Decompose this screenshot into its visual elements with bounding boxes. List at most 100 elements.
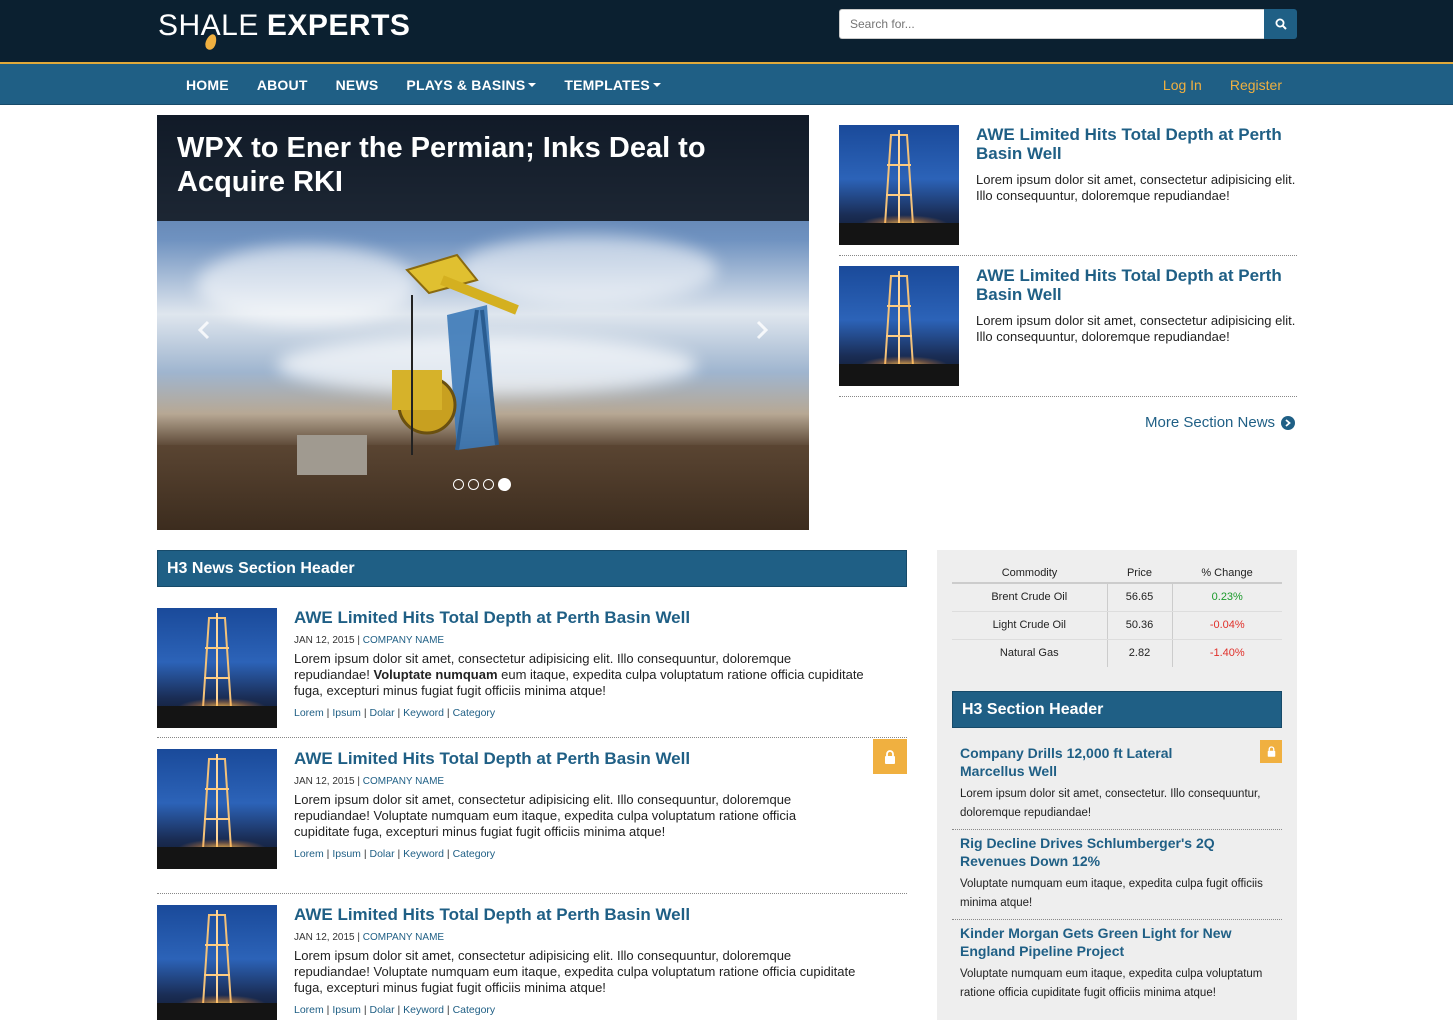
tag-link[interactable]: Keyword (403, 1004, 444, 1016)
carousel-dot-1[interactable] (453, 479, 464, 490)
sidebar-news-item: Kinder Morgan Gets Green Light for New E… (952, 924, 1282, 1009)
chevron-right-icon (756, 320, 769, 340)
carousel-dot-4[interactable] (498, 478, 511, 491)
top-story: AWE Limited Hits Total Depth at Perth Ba… (839, 125, 1297, 256)
premium-lock-badge[interactable] (1260, 740, 1282, 763)
logo-word-experts: EXPERTS (266, 9, 411, 42)
commodity-price: 50.36 (1106, 611, 1173, 640)
tag-link[interactable]: Lorem (294, 1004, 324, 1016)
tag-link[interactable]: Lorem (294, 707, 324, 719)
news-title[interactable]: AWE Limited Hits Total Depth at Perth Ba… (294, 905, 867, 925)
news-meta: JAN 12, 2015 | COMPANY NAME (294, 776, 445, 787)
login-link[interactable]: Log In (1149, 64, 1216, 105)
carousel-dot-2[interactable] (468, 479, 479, 490)
commodity-name: Light Crude Oil (952, 611, 1107, 640)
register-link[interactable]: Register (1216, 64, 1296, 105)
news-body: Lorem ipsum dolor sit amet, consectetur … (294, 948, 856, 995)
col-header-price: Price (1107, 564, 1172, 584)
sidebar-news-body: Lorem ipsum dolor sit amet, consectetur.… (960, 788, 1261, 819)
featured-carousel[interactable]: WPX to Ener the Permian; Inks Deal to Ac… (157, 115, 809, 530)
news-section-header: H3 News Section Header (157, 550, 907, 587)
carousel-next-button[interactable] (747, 315, 777, 345)
carousel-dot-3[interactable] (483, 479, 494, 490)
carousel-headline[interactable]: WPX to Ener the Permian; Inks Deal to Ac… (177, 131, 789, 199)
site-logo[interactable]: SHALE EXPERTS (158, 6, 411, 52)
sidebar-news-title[interactable]: Kinder Morgan Gets Green Light for New E… (960, 924, 1274, 960)
commodity-price: 56.65 (1106, 583, 1173, 612)
tag-link[interactable]: Dolar (369, 707, 394, 719)
search-bar (839, 9, 1297, 39)
tag-link[interactable]: Keyword (403, 848, 444, 860)
premium-lock-badge[interactable] (873, 739, 907, 774)
sidebar-news-item: Rig Decline Drives Schlumberger's 2Q Rev… (952, 834, 1282, 920)
nav-about-label: ABOUT (256, 76, 308, 93)
carousel-prev-button[interactable] (189, 315, 219, 345)
top-story-title[interactable]: AWE Limited Hits Total Depth at Perth Ba… (976, 125, 1297, 163)
nav-templates[interactable]: TEMPLATES (550, 64, 675, 105)
news-tags: Lorem | Ipsum | Dolar | Keyword | Catego… (294, 707, 496, 719)
rig-thumbnail[interactable] (839, 125, 959, 245)
nav-home[interactable]: HOME (172, 64, 243, 105)
search-input[interactable] (839, 9, 1264, 39)
news-list-item: AWE Limited Hits Total Depth at Perth Ba… (157, 739, 907, 894)
top-header: SHALE EXPERTS (0, 0, 1453, 62)
search-button[interactable] (1264, 9, 1297, 39)
sidebar: Commodity Price % Change Brent Crude Oil… (937, 550, 1297, 1020)
news-list-item: AWE Limited Hits Total Depth at Perth Ba… (157, 905, 907, 1020)
nav-news[interactable]: NEWS (322, 64, 393, 105)
rig-thumbnail[interactable] (157, 749, 277, 869)
tag-link[interactable]: Category (453, 707, 496, 719)
top-story: AWE Limited Hits Total Depth at Perth Ba… (839, 266, 1297, 397)
nav-plays-label: PLAYS & BASINS (406, 76, 526, 93)
tag-link[interactable]: Ipsum (332, 707, 361, 719)
search-icon (1275, 18, 1287, 30)
table-row: Brent Crude Oil 56.65 0.23% (952, 583, 1282, 612)
tag-link[interactable]: Keyword (403, 707, 444, 719)
news-body: Lorem ipsum dolor sit amet, consectetur … (294, 651, 867, 699)
tag-link[interactable]: Dolar (369, 1004, 394, 1016)
main-nav: HOME ABOUT NEWS PLAYS & BASINS TEMPLATES… (0, 62, 1453, 105)
arrow-circle-right-icon (1281, 415, 1296, 430)
commodity-change: 0.23% (1172, 583, 1282, 612)
nav-about[interactable]: ABOUT (243, 64, 322, 105)
tag-link[interactable]: Category (453, 848, 496, 860)
tag-link[interactable]: Category (453, 1004, 496, 1016)
news-title[interactable]: AWE Limited Hits Total Depth at Perth Ba… (294, 608, 867, 628)
carousel-caption: WPX to Ener the Permian; Inks Deal to Ac… (157, 115, 809, 221)
sidebar-news-title[interactable]: Company Drills 12,000 ft Lateral Marcell… (960, 744, 1274, 780)
more-news-label: More Section News (1145, 414, 1276, 431)
rig-thumbnail[interactable] (839, 266, 959, 386)
lock-icon (1267, 746, 1275, 757)
tag-link[interactable]: Dolar (369, 848, 394, 860)
news-date: JAN 12, 2015 (294, 932, 355, 943)
tag-link[interactable]: Ipsum (332, 848, 361, 860)
news-date: JAN 12, 2015 (294, 635, 355, 646)
news-meta: JAN 12, 2015 | COMPANY NAME (294, 635, 445, 646)
company-link[interactable]: COMPANY NAME (363, 932, 444, 943)
commodity-name: Brent Crude Oil (952, 583, 1107, 612)
rig-thumbnail[interactable] (157, 905, 277, 1020)
table-row: Light Crude Oil 50.36 -0.04% (952, 611, 1282, 640)
commodity-name: Natural Gas (999, 647, 1059, 660)
sidebar-news-title[interactable]: Rig Decline Drives Schlumberger's 2Q Rev… (960, 834, 1274, 870)
chevron-left-icon (197, 320, 210, 340)
news-body: Lorem ipsum dolor sit amet, consectetur … (294, 792, 797, 839)
sidebar-news-body: Voluptate numquam eum itaque, expedita c… (960, 968, 1263, 999)
col-header-commodity: Commodity (952, 564, 1107, 584)
commodity-change: -0.04% (1172, 611, 1282, 640)
tag-link[interactable]: Lorem (294, 848, 324, 860)
commodity-table: Commodity Price % Change Brent Crude Oil… (952, 564, 1282, 667)
nav-plays-basins[interactable]: PLAYS & BASINS (392, 64, 550, 105)
news-title[interactable]: AWE Limited Hits Total Depth at Perth Ba… (294, 749, 837, 769)
company-link[interactable]: COMPANY NAME (363, 635, 444, 646)
top-story-body: Lorem ipsum dolor sit amet, consectetur … (976, 172, 1296, 203)
top-story-title[interactable]: AWE Limited Hits Total Depth at Perth Ba… (976, 266, 1297, 304)
nav-home-label: HOME (186, 76, 229, 93)
more-section-news-link[interactable]: More Section News (1145, 414, 1296, 431)
news-tags: Lorem | Ipsum | Dolar | Keyword | Catego… (294, 848, 496, 860)
top-story-body: Lorem ipsum dolor sit amet, consectetur … (976, 313, 1296, 344)
tag-link[interactable]: Ipsum (332, 1004, 361, 1016)
rig-thumbnail[interactable] (157, 608, 277, 728)
company-link[interactable]: COMPANY NAME (363, 776, 444, 787)
caret-down-icon (652, 82, 661, 87)
